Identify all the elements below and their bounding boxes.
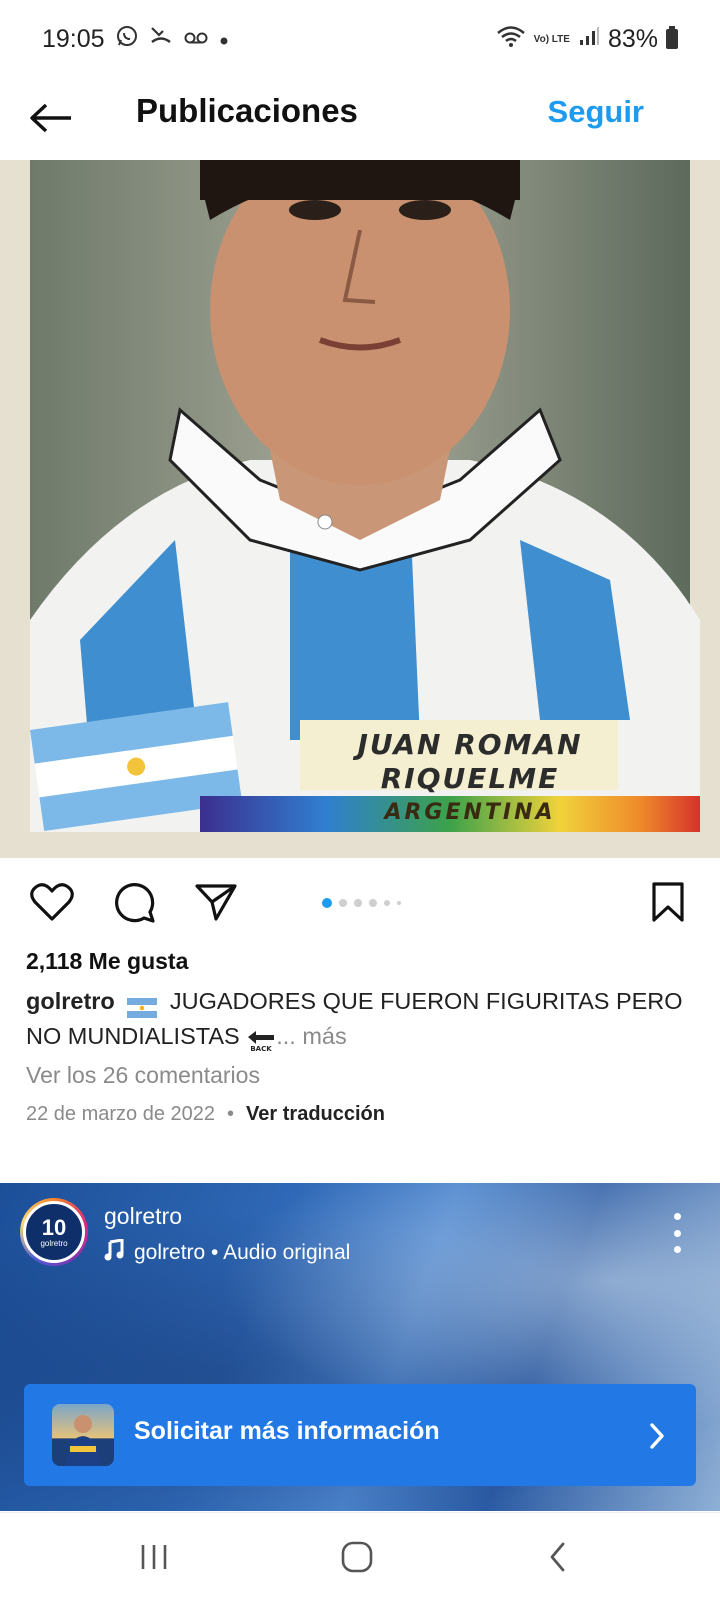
likes-count[interactable]: 2,118 Me gusta: [26, 948, 188, 975]
whatsapp-icon: [115, 24, 139, 54]
home-icon[interactable]: [327, 1535, 387, 1579]
carousel-dot: [322, 898, 332, 908]
sticker-country: ARGENTINA: [384, 800, 556, 825]
reel-username[interactable]: golretro: [104, 1203, 182, 1230]
see-translation-link[interactable]: Ver traducción: [246, 1103, 385, 1126]
sticker-name-line2: RIQUELME: [380, 762, 560, 795]
caption-text: JUGADORES QUE FUERON FIGURITAS PERO NO M…: [26, 988, 683, 1049]
status-bar: 19:05 Vo) LTE 83%: [0, 0, 720, 78]
battery-icon: [666, 26, 678, 49]
follow-button[interactable]: Seguir: [548, 94, 644, 130]
back-nav-icon[interactable]: [528, 1535, 588, 1579]
caption-more-link[interactable]: ... más: [276, 1023, 347, 1049]
music-note-icon: [104, 1238, 124, 1267]
page-title: Publicaciones: [136, 92, 358, 129]
recent-apps-icon[interactable]: [124, 1535, 184, 1579]
avatar[interactable]: 10 golretro: [20, 1198, 88, 1266]
carousel-dot: [354, 899, 362, 907]
share-icon[interactable]: [192, 878, 240, 926]
cta-label: Solicitar más información: [134, 1417, 440, 1445]
caption-username[interactable]: golretro: [26, 988, 115, 1014]
sticker-name: JUAN ROMAN RIQUELME: [330, 728, 610, 796]
back-arrow-emoji-icon: BACK: [246, 1027, 276, 1053]
carousel-indicator: [322, 898, 401, 908]
more-options-icon[interactable]: [670, 1213, 684, 1253]
carousel-dot: [397, 901, 401, 905]
avatar-caption: golretro: [40, 1238, 68, 1248]
cta-thumbnail: [52, 1404, 114, 1466]
carousel-dot: [384, 900, 390, 906]
bookmark-icon[interactable]: [644, 878, 692, 926]
network-label: Vo) LTE: [533, 33, 570, 45]
argentina-flag-icon: [127, 993, 158, 1018]
post-meta: 22 de marzo de 2022 • Ver traducción: [26, 1103, 385, 1126]
meta-separator: •: [227, 1103, 235, 1125]
post-image[interactable]: JUAN ROMAN RIQUELME ARGENTINA: [0, 160, 720, 858]
system-nav-bar: [0, 1512, 720, 1600]
sticker-name-line1: JUAN ROMAN: [357, 728, 583, 761]
chevron-right-icon: [648, 1422, 666, 1455]
post-date: 22 de marzo de 2022: [26, 1103, 216, 1125]
voicemail-icon: [183, 26, 209, 52]
comment-icon[interactable]: [110, 878, 158, 926]
carousel-dot: [339, 899, 347, 907]
back-arrow-icon[interactable]: [28, 98, 74, 138]
avatar-number: 10: [41, 1214, 67, 1240]
post-actions: [0, 862, 720, 942]
svg-text:BACK: BACK: [251, 1045, 273, 1052]
missed-call-icon: [149, 24, 173, 54]
reel-audio[interactable]: golretro • Audio original: [104, 1238, 351, 1267]
post-caption: golretro JUGADORES QUE FUERON FIGURITAS …: [26, 984, 696, 1054]
reel-audio-label: golretro • Audio original: [134, 1241, 351, 1264]
view-comments-link[interactable]: Ver los 26 comentarios: [26, 1062, 260, 1089]
heart-icon[interactable]: [28, 878, 76, 926]
battery-label: 83%: [607, 24, 658, 53]
request-info-button[interactable]: Solicitar más información: [24, 1384, 696, 1486]
dot-icon: [219, 26, 229, 52]
wifi-icon: [496, 24, 526, 55]
status-time: 19:05: [42, 24, 105, 53]
signal-icon: [578, 25, 600, 54]
app-header: Publicaciones Seguir: [0, 78, 720, 160]
carousel-dot: [369, 899, 377, 907]
